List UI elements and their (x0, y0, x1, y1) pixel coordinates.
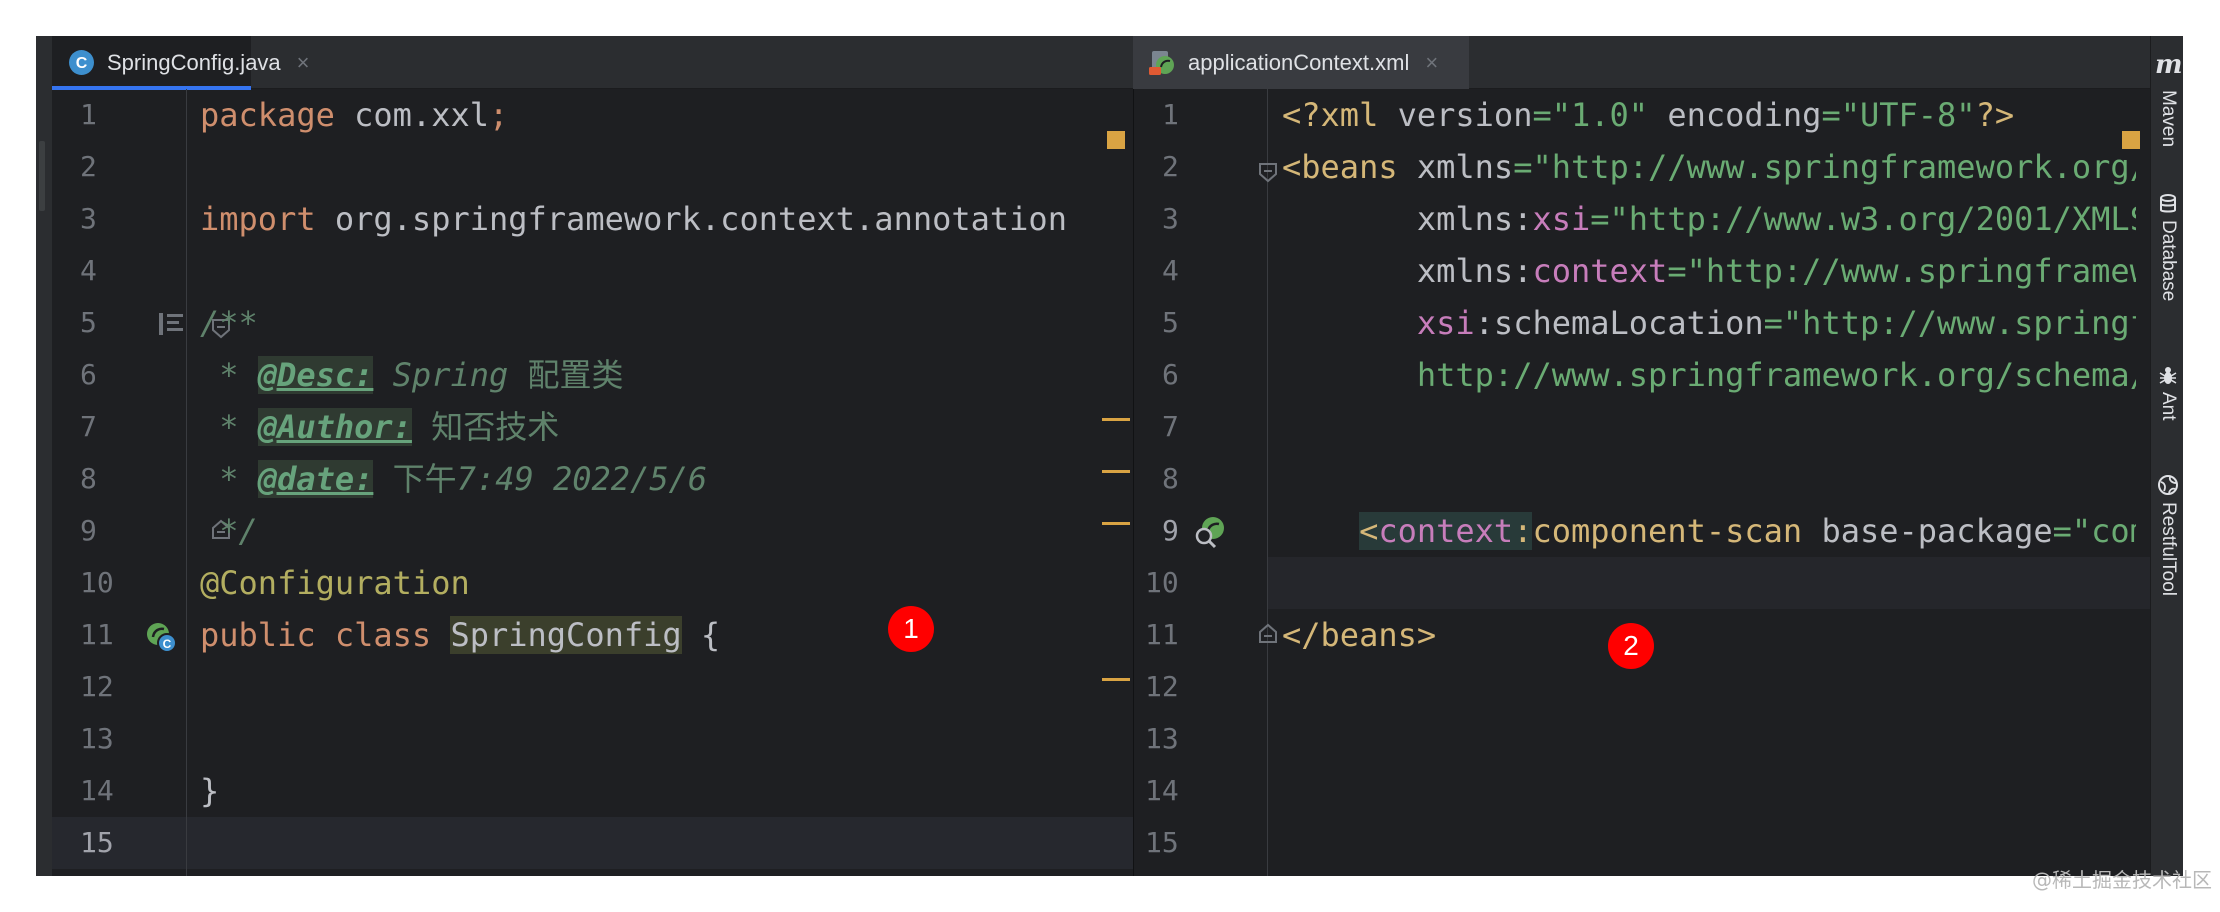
xml-line-1: <?xml version="1.0" encoding="UTF-8"?> (1282, 96, 2015, 134)
warning-mark[interactable] (1102, 418, 1130, 421)
toolwindow-restfultool[interactable]: RestfulTool (2153, 474, 2183, 596)
xml-code: <?xml version="1.0" encoding="UTF-8"?> <… (1282, 89, 2136, 876)
close-icon[interactable]: × (297, 50, 310, 76)
xml-line-11: </beans> (1282, 616, 1437, 654)
code-line-7: * @Author: 知否技术 (200, 408, 560, 446)
tab-applicationcontext-xml[interactable]: applicationContext.xml × (1133, 36, 1469, 89)
code-line-14: } (200, 772, 220, 810)
left-gutter (52, 89, 187, 876)
xml-line-4: xmlns:context="http://www.springframew (1416, 252, 2136, 290)
java-editor[interactable]: 1 2 3 4 5 6 7 8 9 10 11 12 13 14 15 C pa… (52, 89, 1133, 876)
fold-close-icon[interactable] (1257, 623, 1279, 645)
spring-bean-icon[interactable]: C (144, 620, 178, 654)
database-icon (2160, 194, 2176, 213)
warning-indicator[interactable] (1107, 131, 1125, 149)
fold-open-icon[interactable] (1257, 161, 1279, 183)
xml-line-9: <context:component-scan base-package="co… (1359, 512, 2136, 550)
toolwindow-database[interactable]: Database (2153, 194, 2183, 301)
annotation-badge-2: 2 (1608, 623, 1654, 669)
code-line-8: * @date: 下午7:49 2022/5/6 (200, 460, 708, 498)
warning-mark[interactable] (1102, 470, 1130, 473)
toolwindow-ant[interactable]: Ant (2153, 364, 2183, 421)
warning-indicator[interactable] (2122, 131, 2140, 149)
code-line-9: */ (200, 512, 258, 550)
tab-label: SpringConfig.java (107, 49, 281, 75)
xml-line-6: http://www.springframework.org/schema/ (1416, 356, 2136, 394)
close-icon[interactable]: × (1425, 50, 1438, 76)
warning-mark[interactable] (1102, 522, 1130, 525)
spring-xml-icon (1149, 51, 1174, 75)
java-code: package com.xxl; import org.springframew… (200, 89, 1120, 876)
structure-icon[interactable] (157, 309, 187, 339)
left-tab-bar: C SpringConfig.java × (52, 36, 1133, 90)
right-tab-bar: applicationContext.xml × (1133, 36, 2150, 89)
structure-marker (39, 141, 45, 211)
code-line-10: @Configuration (200, 564, 470, 602)
java-class-icon: C (69, 50, 94, 75)
xml-line-2: <beans xmlns="http://www.springframework… (1282, 148, 2136, 186)
xml-editor[interactable]: 1 2 3 4 5 6 7 8 9 10 11 12 13 14 15 <?xm… (1133, 89, 2163, 876)
svg-text:C: C (163, 637, 172, 651)
watermark: @稀土掘金技术社区 (2032, 868, 2212, 892)
xml-line-3: xmlns:xsi="http://www.w3.org/2001/XMLS (1416, 200, 2136, 238)
spring-component-scan-icon[interactable] (1193, 515, 1229, 549)
code-line-1: package com.xxl; (200, 96, 509, 134)
left-tool-strip (36, 36, 52, 876)
ide-window: C SpringConfig.java × 1 2 3 4 5 6 7 8 9 (36, 36, 2183, 876)
code-line-5: /** (200, 304, 258, 342)
tab-label: applicationContext.xml (1188, 49, 1410, 75)
code-line-11: public class SpringConfig { (200, 616, 721, 654)
java-editor-pane: C SpringConfig.java × 1 2 3 4 5 6 7 8 9 (52, 36, 1133, 876)
right-tool-strip: m Maven Database Ant RestfulTool (2150, 36, 2183, 876)
tab-springconfig-java[interactable]: C SpringConfig.java × (52, 36, 310, 90)
annotation-badge-1: 1 (888, 606, 934, 652)
xml-line-5: xsi:schemaLocation="http://www.springf (1416, 304, 2136, 342)
warning-mark[interactable] (1102, 678, 1130, 681)
toolwindow-maven[interactable]: Maven (2153, 84, 2183, 147)
code-line-3: import org.springframework.context.annot… (200, 200, 1067, 238)
ant-icon (2159, 367, 2177, 384)
maven-logo-icon: m (2155, 50, 2183, 80)
svg-text:C: C (76, 55, 88, 72)
xml-editor-pane: applicationContext.xml × 1 2 3 4 5 6 7 8… (1133, 36, 2163, 876)
code-line-6: * @Desc: Spring 配置类 (200, 356, 624, 394)
globe-icon (2158, 475, 2178, 495)
